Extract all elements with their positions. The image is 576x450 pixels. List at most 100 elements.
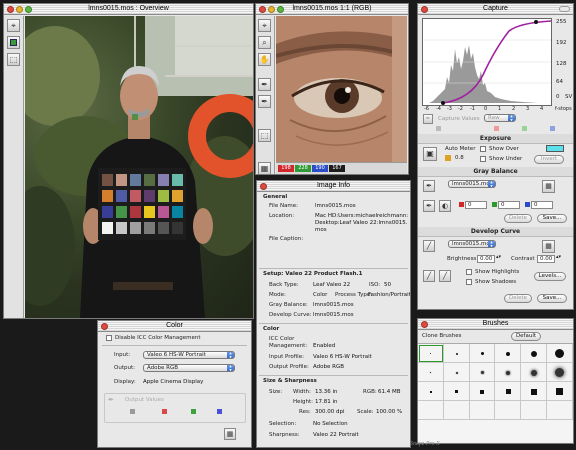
brush-cell[interactable]	[418, 401, 444, 420]
brush-cell[interactable]	[469, 401, 496, 420]
image-info-titlebar[interactable]: Image Info	[257, 181, 410, 192]
develop-curve-icon[interactable]: ╱	[423, 240, 435, 252]
crosshair-icon[interactable]: ⌖	[7, 19, 20, 32]
show-under-checkbox[interactable]	[480, 156, 486, 162]
color-square-icon[interactable]	[7, 36, 20, 49]
checker-patch	[130, 206, 141, 218]
brush-cell[interactable]	[495, 401, 522, 420]
eyedropper-icon[interactable]: ✒	[258, 78, 271, 91]
brush-cell[interactable]	[495, 382, 522, 401]
exposure-icon[interactable]: ▣	[423, 147, 437, 161]
brush-cell[interactable]	[547, 382, 573, 401]
overview-photo[interactable]	[25, 16, 253, 318]
disable-icc-checkbox[interactable]	[106, 335, 112, 341]
gray-balance-icon[interactable]: ✒	[423, 180, 435, 192]
output-label: Output:	[114, 365, 135, 371]
show-highlights-checkbox[interactable]	[466, 269, 472, 275]
checker-patch	[102, 222, 113, 234]
minimize-button[interactable]	[268, 6, 275, 13]
brush-cell[interactable]	[495, 363, 522, 382]
brush-cell[interactable]	[418, 363, 444, 382]
gray-pick-icon[interactable]: ✒	[423, 200, 435, 212]
collapse-toggle[interactable]	[559, 6, 570, 12]
gray-balance-mode-icon[interactable]: ◐	[439, 200, 451, 212]
zoom-button[interactable]	[277, 6, 284, 13]
contrast-stepper[interactable]: ▴▾	[556, 254, 561, 260]
crosshair-icon[interactable]: ⌖	[258, 19, 271, 32]
histogram-chart[interactable]	[423, 19, 552, 105]
show-shadows-checkbox[interactable]	[466, 279, 472, 285]
blue-channel-value[interactable]: 0	[531, 201, 553, 209]
overview-title: lmns0015.mos : Overview	[88, 5, 169, 12]
curve-edit-icon[interactable]: ╱	[439, 270, 451, 282]
capture-values-mode-select[interactable]: Raw	[484, 114, 516, 122]
capture-palette: Capture 255 192 128 64 0 SV -6 -4 -3 -2 …	[417, 3, 574, 310]
brush-cell[interactable]	[521, 344, 547, 363]
brush-cell[interactable]	[469, 344, 496, 363]
brush-cell[interactable]	[495, 344, 522, 363]
brush-cell[interactable]	[469, 363, 496, 382]
loupe-title: lmns0015.mos 1:1 (RGB)	[292, 5, 372, 12]
brush-cell[interactable]	[443, 401, 470, 420]
color-apply-icon[interactable]: ▦	[224, 428, 236, 440]
brightness-stepper[interactable]: ▴▾	[496, 254, 501, 260]
develop-curve-delete-button[interactable]: Delete	[504, 294, 532, 303]
brush-cell[interactable]	[443, 344, 470, 363]
crop-icon[interactable]: ⬚	[7, 53, 20, 66]
gray-balance-preset-select[interactable]: lmns0015.mos	[448, 180, 496, 188]
brush-cell[interactable]	[521, 401, 547, 420]
close-button[interactable]	[421, 6, 428, 13]
close-button[interactable]	[101, 323, 108, 330]
crop-icon[interactable]: ⬚	[258, 129, 271, 142]
minimize-button[interactable]	[16, 6, 23, 13]
gray-balance-save-button[interactable]: Save...	[537, 214, 567, 223]
brightness-value[interactable]: 0.00	[477, 255, 495, 263]
hand-icon[interactable]: ✋	[258, 53, 271, 66]
output-profile-select[interactable]: Adobe RGB	[143, 364, 235, 372]
show-over-checkbox[interactable]	[480, 146, 486, 152]
close-button[interactable]	[7, 6, 14, 13]
brush-cell[interactable]	[469, 382, 496, 401]
invert-button[interactable]: Invert	[534, 155, 564, 164]
brush-cell[interactable]	[521, 363, 547, 382]
green-channel-value[interactable]: 0	[498, 201, 520, 209]
zoom-button[interactable]	[25, 6, 32, 13]
brush-cell[interactable]	[443, 382, 470, 401]
capture-titlebar[interactable]: Capture	[418, 4, 573, 15]
overview-titlebar[interactable]: lmns0015.mos : Overview	[4, 4, 253, 15]
grid-icon[interactable]: ▦	[258, 162, 271, 174]
color-titlebar[interactable]: Color	[98, 321, 251, 332]
gray-balance-delete-button[interactable]: Delete	[504, 214, 532, 223]
loupe-titlebar[interactable]: lmns0015.mos 1:1 (RGB)	[256, 4, 408, 15]
info-divider-3	[259, 375, 408, 376]
brush-cell[interactable]	[521, 382, 547, 401]
brush-cell[interactable]	[547, 363, 573, 382]
red-channel-value[interactable]: 0	[465, 201, 487, 209]
zoom-icon[interactable]: ⌕	[258, 36, 271, 49]
capture-eyedropper-icon[interactable]: ✒	[423, 114, 433, 124]
output-values-eyedropper-icon[interactable]: ✒	[108, 396, 114, 404]
develop-curve-save-button[interactable]: Save...	[537, 294, 567, 303]
brushes-default-button[interactable]: Default	[511, 332, 541, 341]
brush-cell[interactable]	[418, 344, 444, 363]
close-button[interactable]	[260, 183, 267, 190]
brush-cell[interactable]	[547, 401, 573, 420]
close-button[interactable]	[421, 321, 428, 328]
develop-curve-apply-icon[interactable]: ▦	[542, 240, 555, 253]
green-channel-swatch	[492, 202, 497, 207]
loupe-image[interactable]	[276, 16, 407, 162]
input-profile-select[interactable]: Valeo 6 HS-W Portrait	[143, 351, 235, 359]
develop-curve-preset-select[interactable]: lmns0015.mos	[448, 240, 496, 248]
brush-cell[interactable]	[547, 344, 573, 363]
brushes-titlebar[interactable]: Brushes	[418, 319, 573, 330]
contrast-value[interactable]: 0.00	[537, 255, 555, 263]
brush-cell[interactable]	[443, 363, 470, 382]
curve-linear-icon[interactable]: ╱	[423, 270, 435, 282]
gray-eyedropper-icon[interactable]: ✒	[258, 95, 271, 108]
brush-cell[interactable]	[418, 382, 444, 401]
close-button[interactable]	[259, 6, 266, 13]
levels-button[interactable]: Levels...	[534, 272, 566, 281]
brush-tip	[506, 351, 511, 356]
gray-balance-apply-icon[interactable]: ▦	[542, 180, 555, 193]
over-color-swatch[interactable]	[546, 145, 564, 152]
